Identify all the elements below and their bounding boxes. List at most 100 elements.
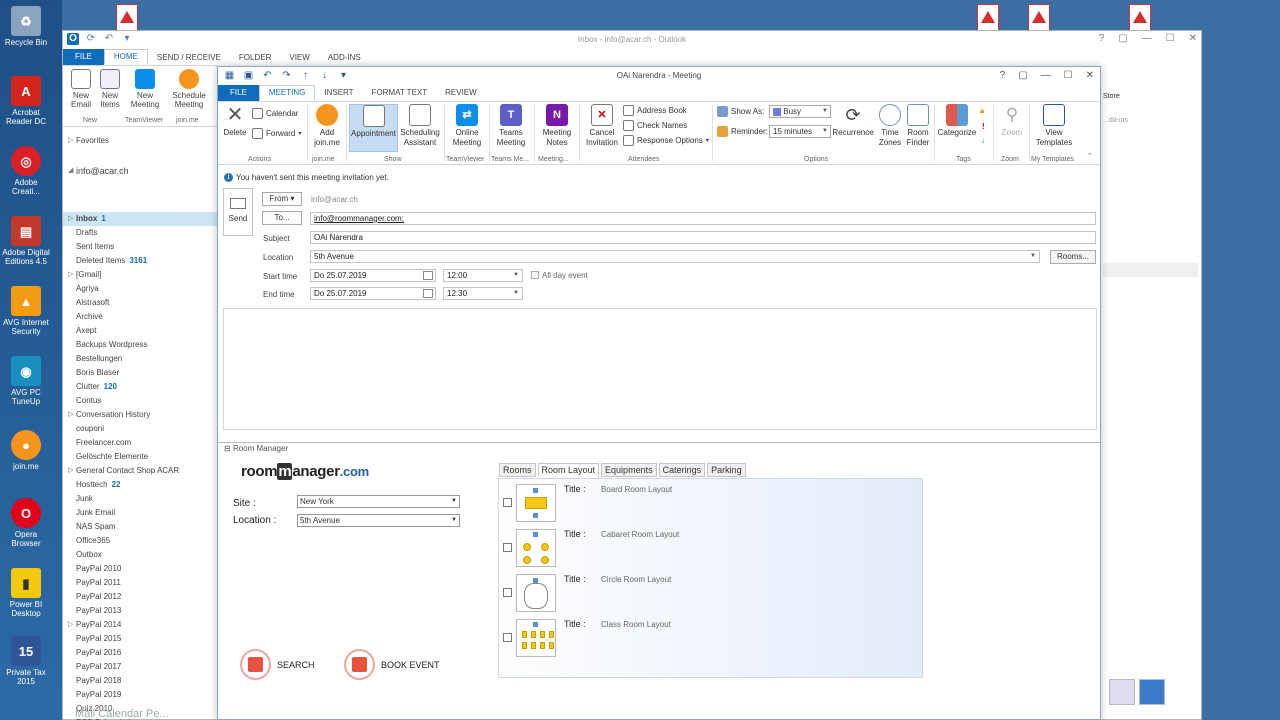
folder-item[interactable]: Outbox [63, 548, 218, 562]
time-zones-button[interactable]: Time Zones [877, 104, 903, 148]
favorites-header[interactable]: ▷ Favorites [63, 134, 218, 148]
tab-format-text[interactable]: FORMAT TEXT [363, 85, 437, 101]
forward-button[interactable]: Forward ▾ [252, 128, 301, 139]
layout-checkbox[interactable] [503, 633, 512, 642]
chevron-down-icon[interactable]: ▼ [513, 270, 519, 281]
send-button[interactable]: Send [223, 188, 253, 236]
pdf-file-icon[interactable] [116, 4, 138, 32]
minimize-icon[interactable]: — [1142, 33, 1152, 44]
to-button[interactable]: To... [262, 211, 302, 225]
view-templates-button[interactable]: View Templates [1034, 104, 1074, 148]
meeting-body-editor[interactable] [223, 308, 1097, 430]
folder-item[interactable]: ▷ PayPal 2014 [63, 618, 218, 632]
site-select[interactable]: New York ▼ [297, 495, 460, 508]
tab-parking[interactable]: Parking [707, 463, 746, 477]
folder-item[interactable]: ▷ [Gmail] [63, 268, 218, 282]
calendar-button[interactable]: Calendar [252, 108, 298, 119]
close-icon[interactable]: ✕ [1189, 33, 1197, 44]
folder-item[interactable]: PayPal 2012 [63, 590, 218, 604]
help-icon[interactable]: ? [1099, 33, 1105, 44]
expand-arrow-icon[interactable]: ▷ [68, 408, 73, 422]
scheduling-assistant-button[interactable]: Scheduling Assistant [399, 104, 441, 148]
folder-item[interactable]: ▷ Conversation History [63, 408, 218, 422]
tab-rooms[interactable]: Rooms [499, 463, 536, 477]
room-finder-button[interactable]: Room Finder [904, 104, 932, 148]
folder-item[interactable]: PayPal 2017 [63, 660, 218, 674]
folder-item[interactable]: Boris Blaser [63, 366, 218, 380]
tab-insert[interactable]: INSERT [315, 85, 362, 101]
rooms-button[interactable]: Rooms... [1050, 250, 1096, 264]
from-button[interactable]: From ▾ [262, 192, 302, 206]
tab-file[interactable]: FILE [63, 49, 104, 65]
folder-item[interactable]: PayPal 2011 [63, 576, 218, 590]
folder-item[interactable]: Gelöschte Elemente [63, 450, 218, 464]
pdf-file-icon[interactable] [1129, 4, 1151, 32]
desktop-icon-recycle-bin[interactable]: ♻ Recycle Bin [2, 6, 50, 47]
show-as-select[interactable]: Busy ▼ [769, 105, 831, 118]
desktop-icon-adobe-cc[interactable]: ◎ Adobe Creati... [2, 146, 50, 196]
folder-item[interactable]: PayPal 2016 [63, 646, 218, 660]
layout-checkbox[interactable] [503, 498, 512, 507]
schedule-meeting-button[interactable]: Schedule Meeting [169, 66, 209, 109]
folder-item[interactable]: Bestellungen [63, 352, 218, 366]
desktop-icon-acrobat[interactable]: A Acrobat Reader DC [2, 76, 50, 126]
tab-equipments[interactable]: Equipments [601, 463, 657, 477]
folder-item[interactable]: Alstrasoft [63, 296, 218, 310]
location-select[interactable]: 5th Avenue ▼ [297, 514, 460, 527]
folder-item[interactable]: Contus [63, 394, 218, 408]
folder-item[interactable]: ▷ General Contact Shop ACAR [63, 464, 218, 478]
desktop-icon-private-tax[interactable]: 15 Private Tax 2015 [2, 636, 50, 686]
contact-avatar[interactable] [1139, 679, 1165, 705]
reminder-select[interactable]: 15 minutes ▼ [769, 125, 831, 138]
meeting-notes-button[interactable]: N Meeting Notes [538, 104, 576, 148]
folder-item[interactable]: Archive [63, 310, 218, 324]
to-field[interactable]: info@roommanager.com; [310, 212, 1096, 225]
folder-item[interactable]: couponi [63, 422, 218, 436]
help-icon[interactable]: ? [1000, 70, 1006, 81]
search-button[interactable]: SEARCH [240, 649, 315, 680]
expand-arrow-icon[interactable]: ▷ [68, 212, 73, 226]
folder-item[interactable]: NAS Spam [63, 520, 218, 534]
book-event-button[interactable]: BOOK EVENT [344, 649, 440, 680]
online-meeting-button[interactable]: ⇄ Online Meeting [447, 104, 487, 148]
desktop-icon-avg-tuneup[interactable]: ◉ AVG PC TuneUp [2, 356, 50, 406]
pdf-file-icon[interactable] [977, 4, 999, 32]
message-list-row[interactable] [1103, 263, 1198, 277]
folder-item[interactable]: Office365 [63, 534, 218, 548]
tab-folder[interactable]: FOLDER [230, 53, 280, 62]
appointment-button[interactable]: Appointment [349, 104, 398, 152]
response-options-button[interactable]: Response Options ▾ [623, 135, 709, 146]
contact-avatar[interactable] [1109, 679, 1135, 705]
folder-item[interactable]: PayPal 2018 [63, 674, 218, 688]
folder-item[interactable]: ▷ Inbox 1 [63, 212, 218, 226]
ribbon-display-icon[interactable]: ▢ [1118, 33, 1127, 44]
folder-item[interactable]: Axept [63, 324, 218, 338]
chevron-down-icon[interactable]: ▼ [513, 288, 519, 299]
desktop-icon-opera[interactable]: O Opera Browser [2, 498, 50, 548]
tab-send-receive[interactable]: SEND / RECEIVE [148, 53, 230, 62]
recurrence-button[interactable]: ⟳ Recurrence [832, 104, 874, 138]
new-meeting-button[interactable]: New Meeting [127, 66, 163, 109]
expand-arrow-icon[interactable]: ▷ [68, 618, 73, 632]
calendar-picker-icon[interactable] [423, 271, 433, 280]
tab-home[interactable]: HOME [103, 49, 148, 65]
desktop-icon-avg[interactable]: ▲ AVG Internet Security [2, 286, 50, 336]
teams-meeting-button[interactable]: T Teams Meeting [492, 104, 530, 148]
end-time-field[interactable]: 12:30 ▼ [443, 287, 523, 300]
all-day-checkbox[interactable] [531, 271, 539, 279]
room-manager-header[interactable]: ⊟ Room Manager [218, 442, 1100, 454]
folder-item[interactable]: Clutter 120 [63, 380, 218, 394]
private-lock-icon[interactable]: 🔒︎ [980, 106, 984, 116]
minimize-icon[interactable]: — [1041, 70, 1051, 81]
tab-file[interactable]: FILE [218, 85, 259, 101]
folder-item[interactable]: PayPal 2015 [63, 632, 218, 646]
chevron-down-icon[interactable]: ▼ [1030, 251, 1036, 262]
desktop-icon-joinme[interactable]: ● join.me [2, 430, 50, 471]
start-date-field[interactable]: Do 25.07.2019 [310, 269, 436, 282]
low-importance-icon[interactable]: ↓ [981, 136, 985, 145]
account-header[interactable]: ◢ info@acar.ch [63, 164, 218, 178]
pdf-file-icon[interactable] [1028, 4, 1050, 32]
desktop-icon-powerbi[interactable]: ▮ Power BI Desktop [2, 568, 50, 618]
folder-item[interactable]: Junk [63, 492, 218, 506]
high-importance-icon[interactable]: ! [982, 122, 985, 131]
